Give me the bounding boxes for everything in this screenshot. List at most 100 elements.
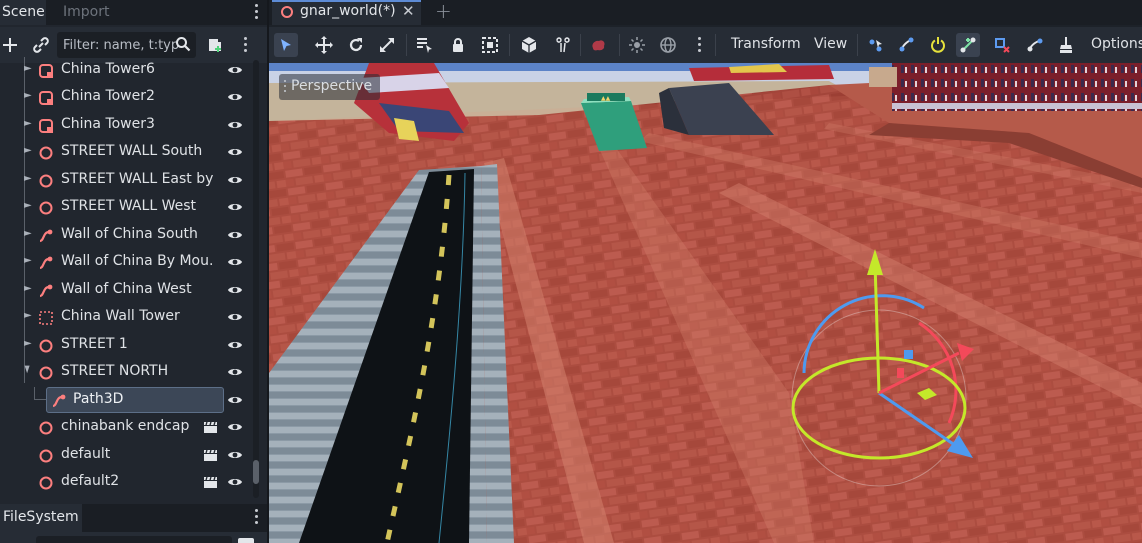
tree-item-street-north[interactable]: ► STREET NORTH bbox=[0, 359, 252, 386]
expand-arrow-icon[interactable]: ► bbox=[24, 283, 32, 294]
visibility-eye-icon[interactable] bbox=[227, 145, 243, 159]
visibility-eye-icon[interactable] bbox=[227, 310, 243, 324]
tree-item-street-wall-west[interactable]: ► STREET WALL West bbox=[0, 194, 252, 221]
expand-arrow-icon[interactable]: ► bbox=[24, 200, 32, 211]
expand-arrow-icon[interactable]: ► bbox=[24, 338, 32, 349]
select-mode-icon[interactable] bbox=[274, 33, 298, 57]
tree-item-default2[interactable]: default2 bbox=[0, 469, 252, 496]
options-menu[interactable]: Options bbox=[1091, 36, 1142, 52]
clear-points-icon[interactable] bbox=[1054, 33, 1078, 57]
toolbar-separator bbox=[406, 34, 407, 56]
collapse-arrow-icon[interactable]: ► bbox=[21, 366, 32, 374]
tab-scene[interactable]: Scene bbox=[0, 0, 46, 25]
tree-item-wall-of-china-by-mou[interactable]: ► Wall of China By Mou... bbox=[0, 249, 252, 276]
3d-viewport[interactable]: ▲▲ Perspective bbox=[269, 63, 1142, 543]
expand-arrow-icon[interactable]: ► bbox=[24, 90, 32, 101]
close-tab-icon[interactable]: ✕ bbox=[402, 2, 415, 20]
tree-item-wall-of-china-west[interactable]: ► Wall of China West bbox=[0, 277, 252, 304]
select-control-points-icon[interactable] bbox=[864, 33, 888, 57]
tree-item-street-wall-east[interactable]: ► STREET WALL East by ... bbox=[0, 167, 252, 194]
tree-item-china-tower6[interactable]: ► China Tower6 bbox=[0, 57, 252, 84]
list-select-icon[interactable] bbox=[412, 33, 436, 57]
visibility-eye-icon[interactable] bbox=[227, 118, 243, 132]
visibility-eye-icon[interactable] bbox=[227, 338, 243, 352]
environment-preview-icon[interactable] bbox=[586, 33, 610, 57]
tree-item-label: STREET NORTH bbox=[61, 363, 169, 379]
expand-arrow-icon[interactable]: ► bbox=[24, 118, 32, 129]
tab-import[interactable]: Import bbox=[57, 0, 115, 25]
curve-handle-icon[interactable] bbox=[1023, 33, 1047, 57]
instance-scene-icon bbox=[39, 91, 53, 105]
visibility-eye-icon[interactable] bbox=[227, 228, 243, 242]
filesystem-dock-header: FileSystem bbox=[0, 504, 267, 543]
bone-icon[interactable] bbox=[549, 33, 573, 57]
tree-scrollbar-thumb[interactable] bbox=[253, 460, 259, 484]
tab-filesystem[interactable]: FileSystem bbox=[0, 504, 82, 532]
visibility-eye-icon[interactable] bbox=[227, 255, 243, 269]
world-environment-icon[interactable] bbox=[656, 33, 680, 57]
attach-script-icon[interactable] bbox=[205, 35, 225, 55]
visibility-eye-icon[interactable] bbox=[227, 448, 243, 462]
add-node-icon[interactable] bbox=[0, 35, 20, 55]
snap-icon[interactable] bbox=[517, 33, 541, 57]
expand-arrow-icon[interactable]: ► bbox=[24, 145, 32, 156]
preview-settings-menu-icon[interactable] bbox=[698, 37, 702, 53]
visibility-eye-icon[interactable] bbox=[227, 90, 243, 104]
node3d-icon bbox=[39, 449, 53, 463]
delete-point-icon[interactable] bbox=[990, 33, 1014, 57]
visibility-eye-icon[interactable] bbox=[227, 475, 243, 489]
visibility-eye-icon[interactable] bbox=[227, 283, 243, 297]
transform-menu[interactable]: Transform bbox=[731, 36, 801, 52]
node3d-icon bbox=[39, 421, 53, 435]
tree-item-chinabank-endcap[interactable]: chinabank endcap bbox=[0, 414, 252, 441]
new-scene-tab-icon[interactable]: + bbox=[435, 0, 452, 23]
move-mode-icon[interactable] bbox=[312, 33, 336, 57]
scene-tab-gnar-world[interactable]: gnar_world(*) ✕ bbox=[272, 0, 421, 25]
sun-preview-icon[interactable] bbox=[625, 33, 649, 57]
filesystem-menu-icon[interactable] bbox=[255, 509, 259, 525]
node3d-icon bbox=[39, 476, 53, 490]
scene-menu-icon[interactable] bbox=[244, 37, 248, 53]
tree-item-wall-of-china-south[interactable]: ► Wall of China South bbox=[0, 222, 252, 249]
view-menu[interactable]: View bbox=[814, 36, 847, 52]
lock-icon[interactable] bbox=[446, 33, 470, 57]
expand-arrow-icon[interactable]: ► bbox=[24, 310, 32, 321]
3d-scene-render[interactable]: ▲▲ bbox=[269, 63, 1142, 543]
visibility-eye-icon[interactable] bbox=[227, 393, 243, 407]
expand-arrow-icon[interactable]: ► bbox=[24, 173, 32, 184]
visibility-eye-icon[interactable] bbox=[227, 365, 243, 379]
visibility-eye-icon[interactable] bbox=[227, 200, 243, 214]
select-points-icon[interactable] bbox=[956, 33, 980, 57]
tree-item-street-wall-south[interactable]: ► STREET WALL South bbox=[0, 139, 252, 166]
tree-item-china-tower3[interactable]: ► China Tower3 bbox=[0, 112, 252, 139]
scene-dock: Scene Import ► China Tower6 bbox=[0, 0, 267, 543]
path3d-icon bbox=[39, 284, 53, 298]
expand-arrow-icon[interactable]: ► bbox=[24, 63, 32, 74]
expand-arrow-icon[interactable]: ► bbox=[24, 255, 32, 266]
tree-item-china-tower2[interactable]: ► China Tower2 bbox=[0, 84, 252, 111]
scale-mode-icon[interactable] bbox=[375, 33, 399, 57]
expand-arrow-icon[interactable]: ► bbox=[24, 228, 32, 239]
close-curve-icon[interactable] bbox=[926, 33, 950, 57]
perspective-menu[interactable]: Perspective bbox=[279, 74, 381, 100]
split-mode-icon[interactable] bbox=[238, 538, 254, 543]
visibility-eye-icon[interactable] bbox=[227, 63, 243, 77]
tree-item-label: China Tower6 bbox=[61, 61, 155, 77]
tree-item-china-wall-tower[interactable]: ► China Wall Tower bbox=[0, 304, 252, 331]
toolbar-separator bbox=[509, 34, 510, 56]
dock-menu-icon[interactable] bbox=[255, 4, 259, 20]
tree-scrollbar[interactable] bbox=[253, 60, 259, 498]
rotate-mode-icon[interactable] bbox=[344, 33, 368, 57]
visibility-eye-icon[interactable] bbox=[227, 420, 243, 434]
tree-item-default[interactable]: default bbox=[0, 442, 252, 469]
filesystem-path-field[interactable] bbox=[36, 536, 232, 543]
group-icon[interactable] bbox=[478, 33, 502, 57]
add-point-icon[interactable] bbox=[895, 33, 919, 57]
open-in-editor-clapper-icon[interactable] bbox=[203, 449, 218, 462]
tree-item-street-1[interactable]: ► STREET 1 bbox=[0, 332, 252, 359]
open-in-editor-clapper-icon[interactable] bbox=[203, 476, 218, 489]
instance-child-scene-icon[interactable] bbox=[31, 35, 51, 55]
open-in-editor-clapper-icon[interactable] bbox=[203, 421, 218, 434]
tree-item-path3d[interactable]: Path3D bbox=[0, 387, 252, 414]
visibility-eye-icon[interactable] bbox=[227, 173, 243, 187]
